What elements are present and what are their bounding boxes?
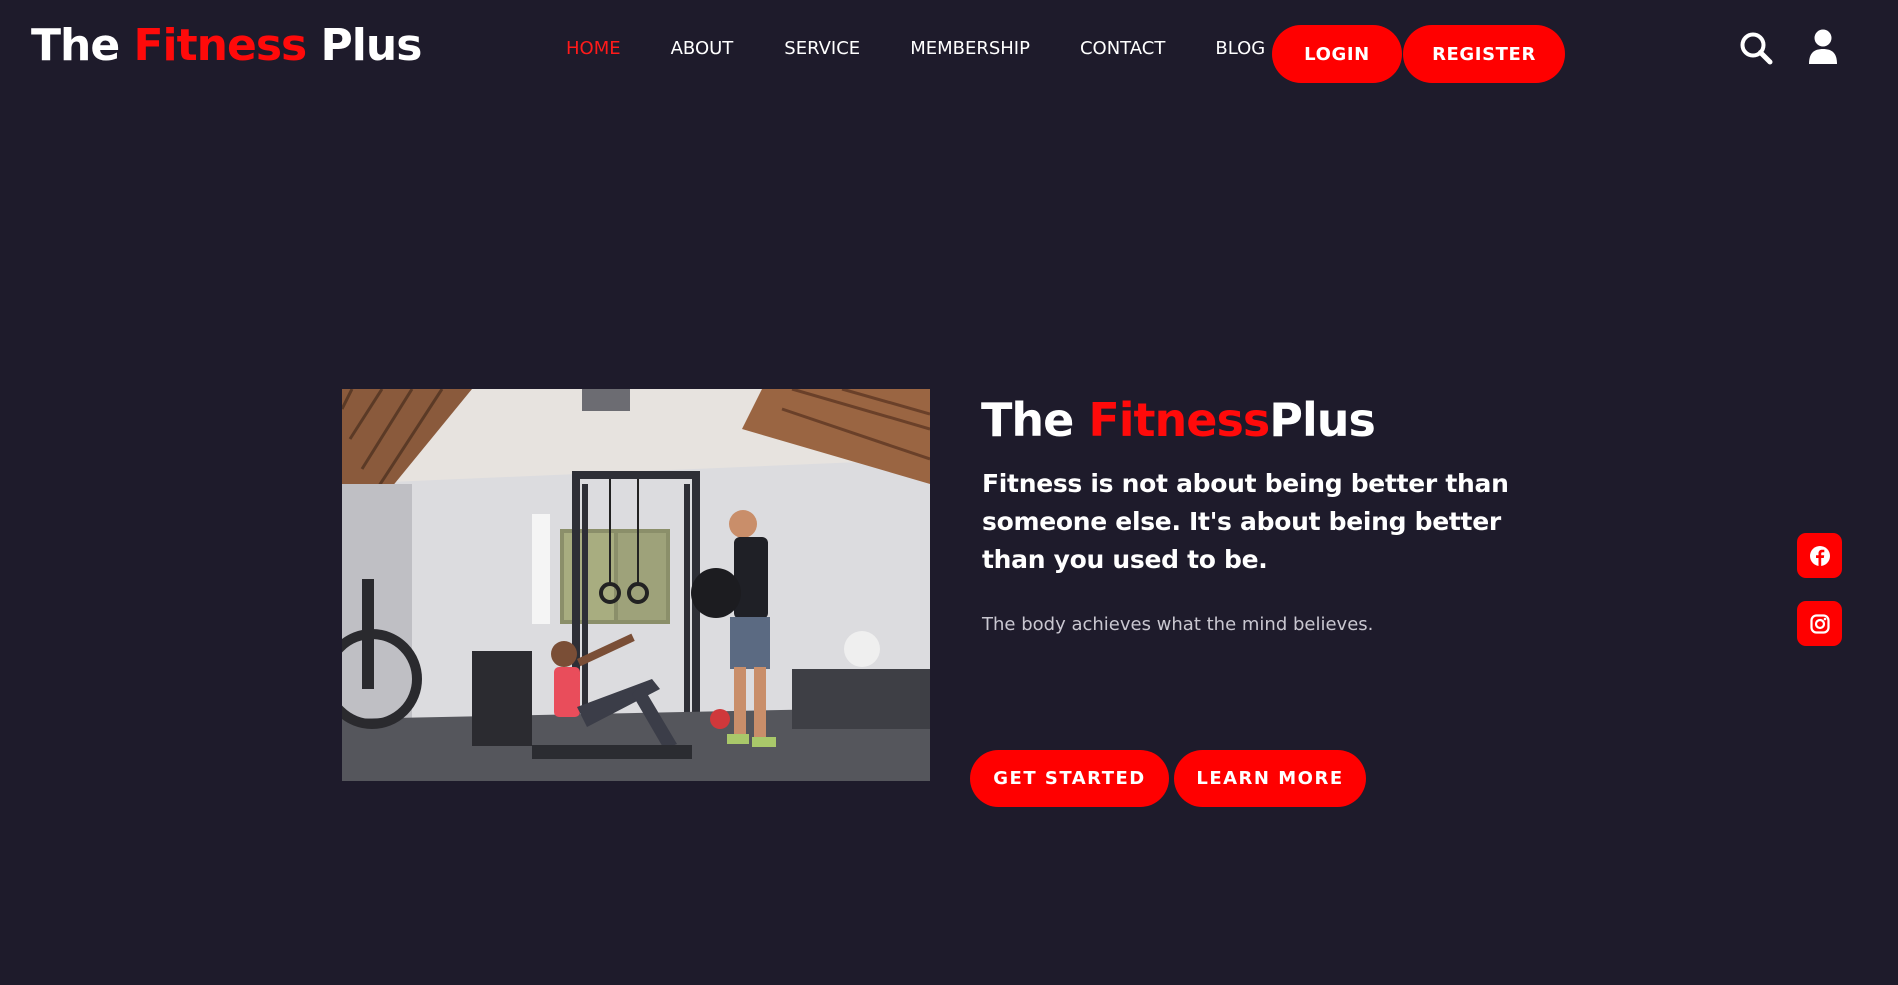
register-button[interactable]: REGISTER bbox=[1403, 25, 1565, 83]
facebook-button[interactable] bbox=[1797, 533, 1842, 578]
nav-home[interactable]: HOME bbox=[566, 37, 621, 61]
get-started-button[interactable]: GET STARTED bbox=[970, 750, 1169, 807]
facebook-icon bbox=[1809, 545, 1830, 566]
user-account-button[interactable] bbox=[1803, 27, 1843, 67]
hero-title-plus: Plus bbox=[1269, 393, 1376, 447]
gym-photo bbox=[342, 389, 930, 781]
logo-text-fitness: Fitness bbox=[133, 20, 308, 71]
logo-text-the: The bbox=[31, 20, 134, 71]
logo-text-plus: Plus bbox=[306, 20, 423, 71]
search-icon bbox=[1740, 32, 1773, 65]
hero-subtitle: The body achieves what the mind believes… bbox=[982, 614, 1374, 635]
hero-title: The FitnessPlus bbox=[981, 390, 1376, 450]
nav-about[interactable]: ABOUT bbox=[671, 37, 734, 61]
nav-membership[interactable]: MEMBERSHIP bbox=[910, 37, 1030, 61]
nav-service[interactable]: SERVICE bbox=[784, 37, 860, 61]
hero-quote: Fitness is not about being better than s… bbox=[982, 469, 1509, 574]
learn-more-button[interactable]: LEARN MORE bbox=[1174, 750, 1366, 807]
login-button[interactable]: LOGIN bbox=[1272, 25, 1402, 83]
nav-contact[interactable]: CONTACT bbox=[1080, 37, 1165, 61]
main-nav: HOME ABOUT SERVICE MEMBERSHIP CONTACT BL… bbox=[566, 37, 1265, 61]
hero-title-the: The bbox=[981, 393, 1089, 447]
hero-title-fitness: Fitness bbox=[1088, 393, 1270, 447]
instagram-button[interactable] bbox=[1797, 601, 1842, 646]
site-logo[interactable]: The Fitness Plus bbox=[31, 18, 423, 74]
instagram-icon bbox=[1809, 613, 1830, 634]
search-button[interactable] bbox=[1736, 28, 1776, 68]
user-icon bbox=[1809, 29, 1837, 64]
hero-image bbox=[342, 389, 930, 781]
site-header: The Fitness Plus HOME ABOUT SERVICE MEMB… bbox=[0, 0, 1898, 100]
nav-blog[interactable]: BLOG bbox=[1215, 37, 1265, 61]
